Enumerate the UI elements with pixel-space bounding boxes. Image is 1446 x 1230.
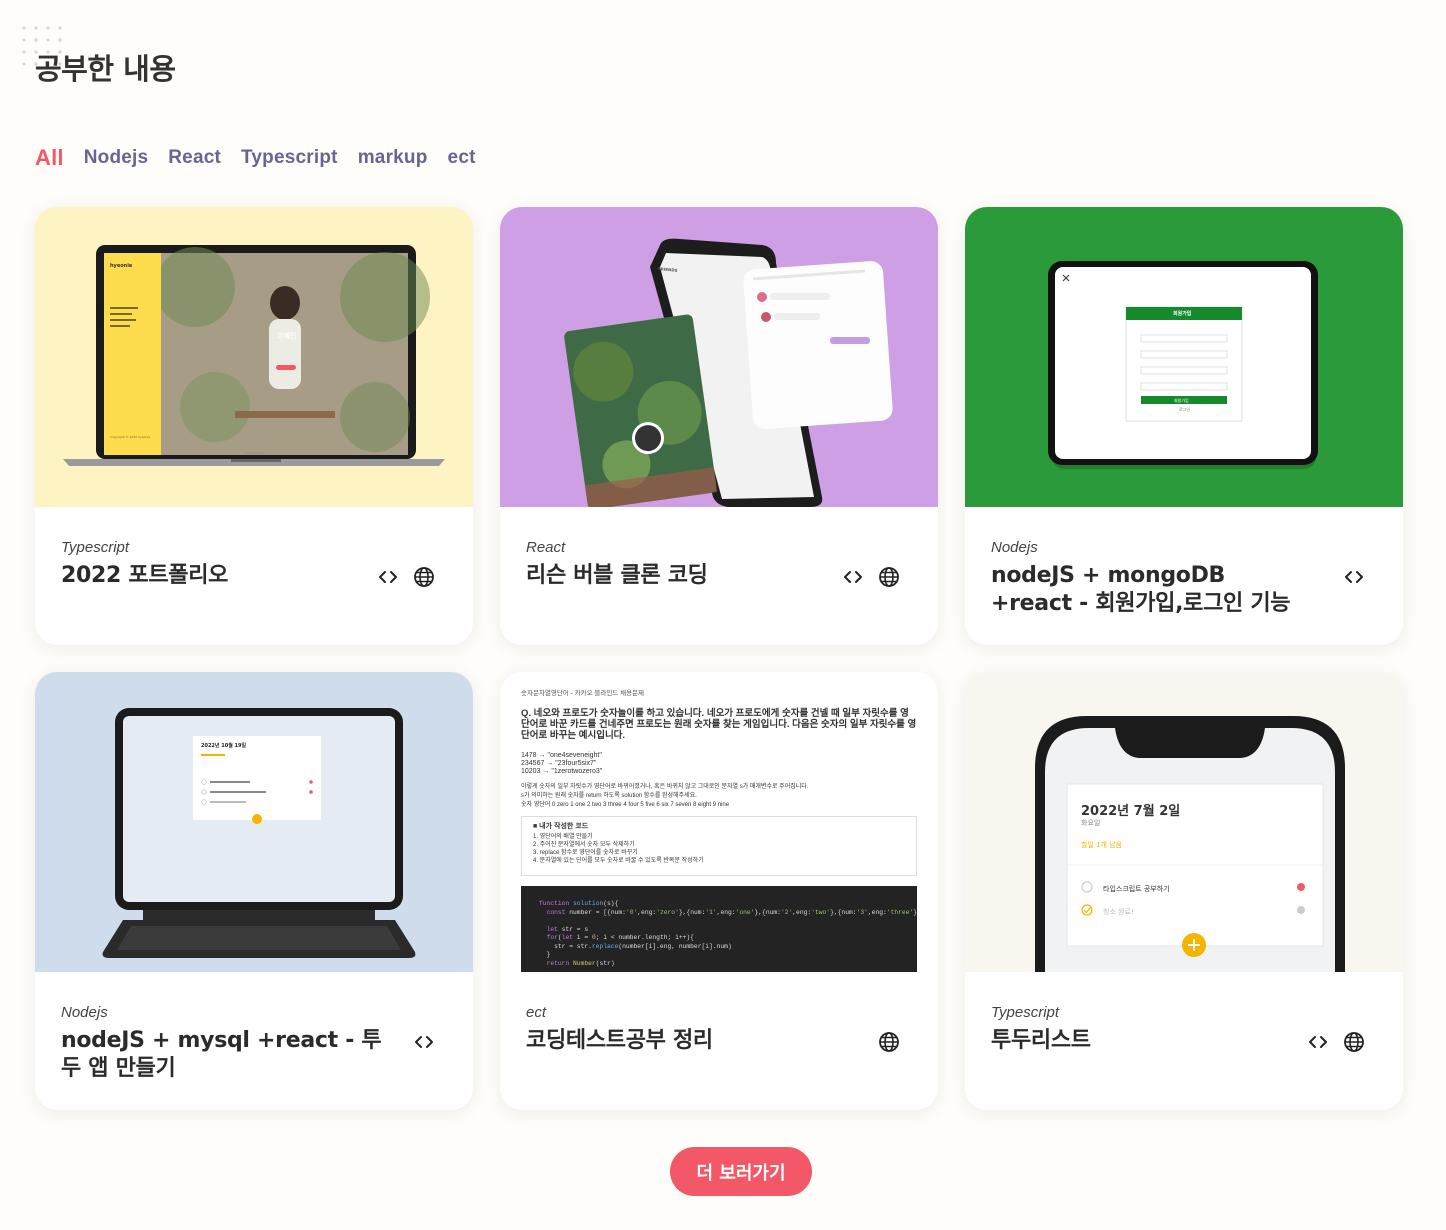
project-thumbnail: 2022년 10월 19일 [35, 672, 473, 972]
code-step: 4. 문자열에 있는 단어를 모두 숫자로 바꿀 수 있도록 반복문 작성하기 [533, 858, 704, 864]
card-category: Nodejs [61, 1004, 108, 1021]
code-snippet: function solution(s){ const number = [{n… [521, 886, 917, 972]
card-title: nodeJS + mysql +react - 투두 앱 만들기 [61, 1028, 382, 1081]
tab-react[interactable]: React [168, 147, 221, 171]
tab-all[interactable]: All [35, 145, 64, 171]
tab-nodejs[interactable]: Nodejs [84, 147, 149, 171]
card-links [842, 566, 900, 588]
project-card[interactable]: FRIENDS React 리슨 버블 클론 코딩 [500, 207, 938, 645]
doc-desc: 이렇게 숫자의 일부 자릿수가 영단어로 바뀌어졌거나, 혹은 바뀌지 않고 그… [521, 784, 809, 790]
todo-item: 청소 완료! [1103, 908, 1134, 916]
doc-desc: s가 의미하는 원래 숫자를 return 하도록 solution 함수를 완… [521, 793, 697, 799]
card-category: Typescript [991, 1004, 1060, 1021]
todo-item: 타입스크립트 공부하기 [1103, 885, 1170, 893]
todo-date: 2022년 7월 2일 [1081, 804, 1181, 819]
project-card[interactable]: hyeonie 고혜인 Copyright © 2022 hyeonie Mac… [35, 207, 473, 645]
section-title: 공부한 내용 [35, 52, 176, 86]
my-code-title: ■ 내가 작성한 코드 [533, 823, 589, 830]
project-thumbnail: 숫자문자열영단어 - 카카오 블라인드 채용문제 Q. 네오와 프로도가 숫자놀… [500, 672, 938, 972]
laptop-model: MacBook Pro [245, 451, 265, 455]
code-icon[interactable] [1343, 566, 1365, 588]
portfolio-name: 고혜인 [277, 332, 297, 340]
doc-desc: 숫자 영단어 0 zero 1 one 2 two 3 three 4 four… [521, 802, 730, 808]
card-title: 리슨 버블 클론 코딩 [526, 563, 708, 588]
portfolio-brand: hyeonie [110, 263, 133, 269]
card-title: 코딩테스트공부 정리 [526, 1028, 713, 1053]
project-thumbnail: FRIENDS [500, 207, 938, 507]
code-icon[interactable] [413, 1031, 435, 1053]
project-card[interactable]: 2022년 10월 19일 Nodejs nodeJS + mysql +rea… [35, 672, 473, 1110]
card-title: 투두리스트 [991, 1028, 1091, 1053]
code-icon[interactable] [842, 566, 864, 588]
globe-icon[interactable] [878, 566, 900, 588]
login-link: 로그인 [1179, 407, 1191, 412]
card-category: Typescript [61, 539, 130, 556]
project-card[interactable]: 숫자문자열영단어 - 카카오 블라인드 채용문제 Q. 네오와 프로도가 숫자놀… [500, 672, 938, 1110]
todo-count: 할일 1개 남음 [1081, 841, 1123, 849]
doc-question: Q. 네오와 프로도가 숫자놀이를 하고 있습니다. 네오가 프로도에게 숫자를… [521, 708, 917, 741]
todo-date: 2022년 10월 19일 [201, 743, 247, 749]
phone-mockup-illustration [564, 238, 893, 507]
project-card[interactable]: 회원가입 회원가입 로그인 Nodejs nodeJS + mongoDB +r… [965, 207, 1403, 645]
see-more-button[interactable]: 더 보러가기 [670, 1147, 812, 1196]
project-thumbnail: hyeonie 고혜인 Copyright © 2022 hyeonie Mac… [35, 207, 473, 507]
doc-caption: 숫자문자열영단어 - 카카오 블라인드 채용문제 [521, 690, 645, 697]
todo-day: 화요일 [1081, 819, 1101, 827]
card-links [1307, 1031, 1365, 1053]
card-category: ect [526, 1004, 547, 1021]
project-card[interactable]: 2022년 7월 2일 화요일 할일 1개 남음 타입스크립트 공부하기 청소 … [965, 672, 1403, 1110]
card-category: React [526, 539, 566, 556]
tab-typescript[interactable]: Typescript [241, 147, 338, 171]
page: 공부한 내용 All Nodejs React Typescript marku… [0, 0, 1446, 1230]
doc-example: 10203 → "1zerotwozero3" [521, 768, 603, 775]
code-icon[interactable] [377, 566, 399, 588]
tab-ect[interactable]: ect [448, 147, 476, 171]
signup-header: 회원가입 [1173, 311, 1192, 317]
card-title: 2022 포트폴리오 [61, 563, 229, 588]
globe-icon[interactable] [878, 1031, 900, 1053]
project-thumbnail: 회원가입 회원가입 로그인 [965, 207, 1403, 507]
phone-illustration [1035, 716, 1345, 972]
card-links [1343, 566, 1365, 588]
card-title: nodeJS + mongoDB +react - 회원가입,로그인 기능 [991, 563, 1291, 616]
code-icon[interactable] [1307, 1031, 1329, 1053]
card-links [413, 1031, 435, 1053]
card-links [377, 566, 435, 588]
tablet-illustration [1048, 261, 1318, 469]
globe-icon[interactable] [413, 566, 435, 588]
project-thumbnail: 2022년 7월 2일 화요일 할일 1개 남음 타입스크립트 공부하기 청소 … [965, 672, 1403, 972]
signup-submit: 회원가입 [1174, 398, 1189, 403]
laptop-illustration [63, 245, 445, 466]
card-category: Nodejs [991, 539, 1038, 556]
card-links [878, 1031, 900, 1053]
category-tabs: All Nodejs React Typescript markup ect [35, 145, 476, 171]
tab-markup[interactable]: markup [358, 147, 428, 171]
portfolio-footer: Copyright © 2022 hyeonie [110, 435, 151, 439]
ipad-keyboard-illustration [102, 708, 416, 958]
globe-icon[interactable] [1343, 1031, 1365, 1053]
